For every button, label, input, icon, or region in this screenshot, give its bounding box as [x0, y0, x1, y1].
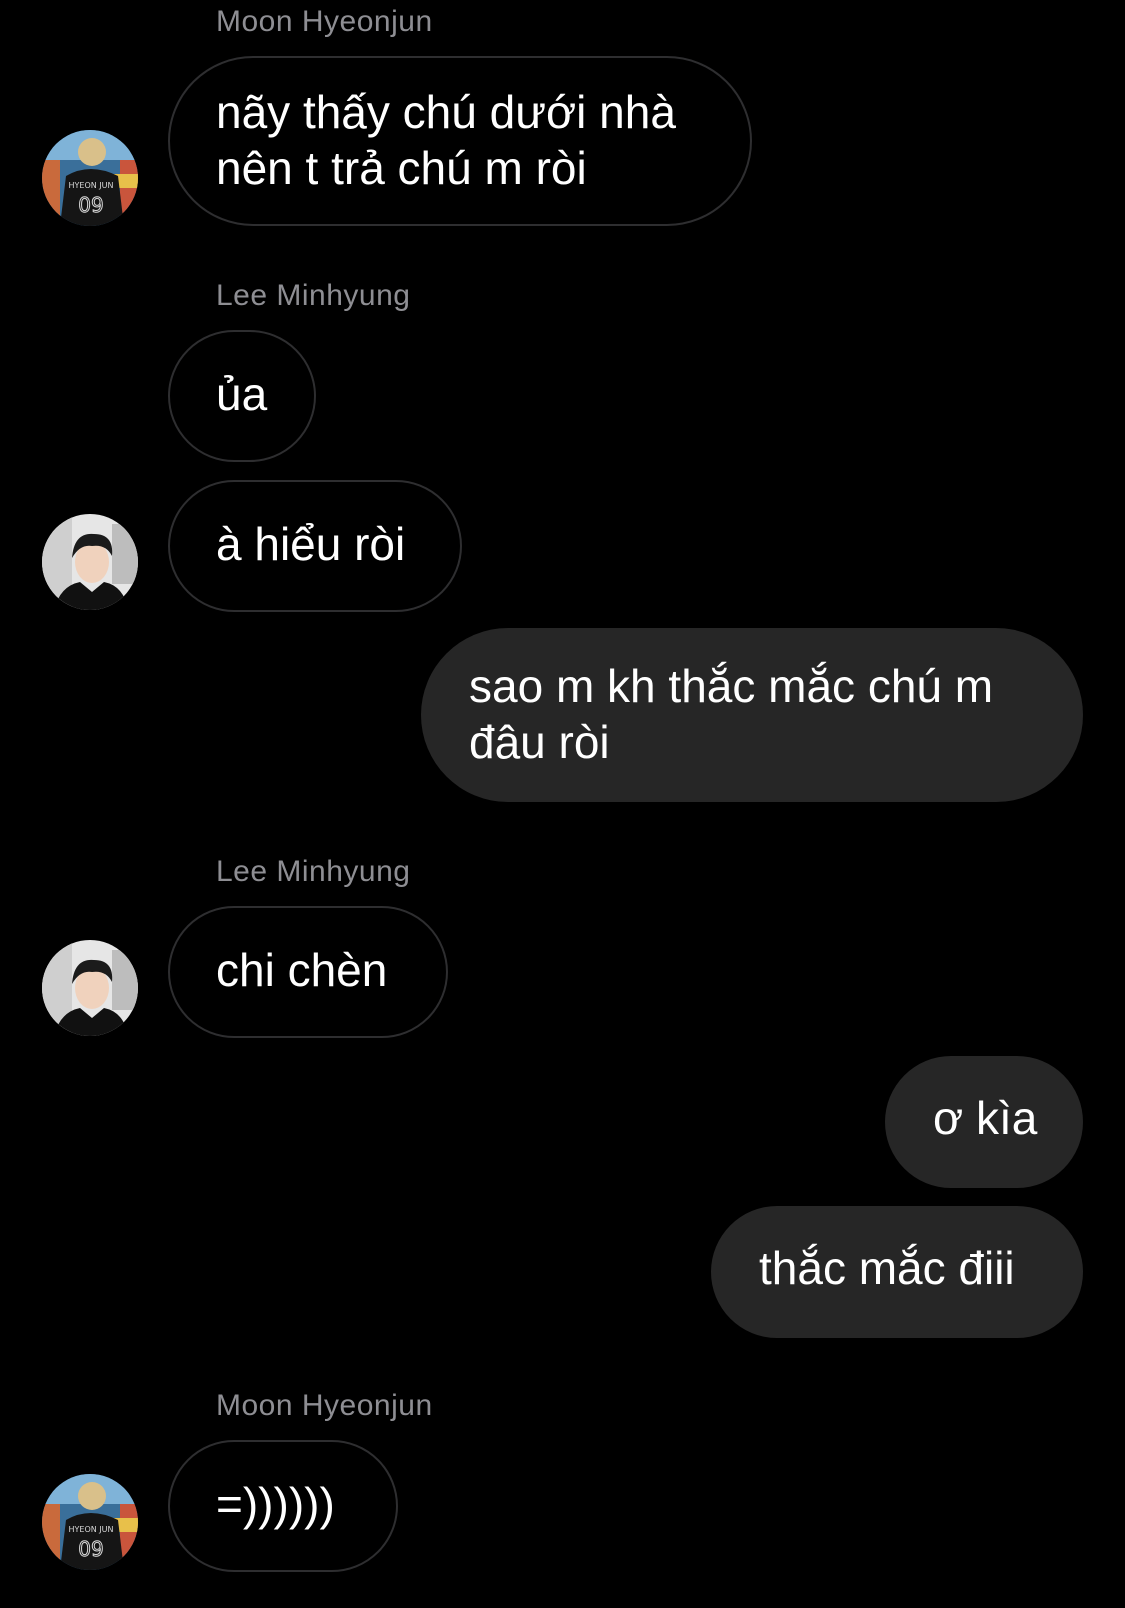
avatar-lee-minhyung-image: [42, 940, 138, 1036]
message-text: chi chèn: [216, 944, 388, 996]
message-bubble-incoming[interactable]: ủa: [168, 330, 316, 462]
sender-name: Moon Hyeonjun: [216, 5, 433, 38]
sender-name: Lee Minhyung: [216, 279, 411, 312]
message-bubble-incoming[interactable]: nãy thấy chú dưới nhà nên t trả chú m rò…: [168, 56, 752, 226]
avatar-moon-hyeonjun-image: HYEON JUN 09: [42, 130, 138, 226]
message-bubble-incoming[interactable]: à hiểu ròi: [168, 480, 462, 612]
avatar-moon-hyeonjun[interactable]: HYEON JUN 09: [42, 1474, 138, 1570]
message-text: ơ kìa: [933, 1092, 1038, 1144]
svg-text:09: 09: [78, 193, 103, 217]
svg-text:09: 09: [78, 1537, 103, 1561]
avatar-moon-hyeonjun[interactable]: HYEON JUN 09: [42, 130, 138, 226]
avatar-lee-minhyung[interactable]: [42, 514, 138, 610]
message-text: thắc mắc điii: [759, 1242, 1015, 1294]
message-bubble-outgoing[interactable]: ơ kìa: [885, 1056, 1083, 1188]
message-text: =)))))): [216, 1478, 335, 1530]
avatar-lee-minhyung[interactable]: [42, 940, 138, 1036]
message-text: à hiểu ròi: [216, 518, 406, 570]
message-text: sao m kh thắc mắc chú m đâu ròi: [469, 660, 994, 768]
message-text: ủa: [216, 368, 268, 420]
chat-thread: Moon Hyeonjun nãy thấy chú dưới nhà nên …: [0, 0, 1125, 1608]
message-bubble-incoming[interactable]: chi chèn: [168, 906, 448, 1038]
sender-name: Lee Minhyung: [216, 855, 411, 888]
message-bubble-outgoing[interactable]: sao m kh thắc mắc chú m đâu ròi: [421, 628, 1083, 802]
message-text: nãy thấy chú dưới nhà nên t trả chú m rò…: [216, 86, 676, 194]
avatar-lee-minhyung-image: [42, 514, 138, 610]
message-bubble-outgoing[interactable]: thắc mắc điii: [711, 1206, 1083, 1338]
sender-name: Moon Hyeonjun: [216, 1389, 433, 1422]
svg-text:HYEON JUN: HYEON JUN: [69, 1525, 114, 1534]
message-bubble-incoming[interactable]: =)))))): [168, 1440, 398, 1572]
avatar-moon-hyeonjun-image: HYEON JUN 09: [42, 1474, 138, 1570]
svg-text:HYEON JUN: HYEON JUN: [69, 181, 114, 190]
